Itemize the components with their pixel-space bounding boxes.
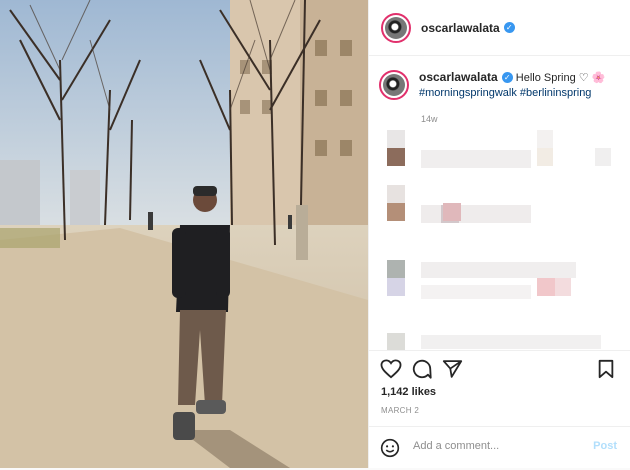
post-photo[interactable] bbox=[0, 0, 368, 468]
caption-text: oscarlawalata ✓ Hello Spring ♡ 🌸 #morning… bbox=[419, 70, 629, 101]
caption-avatar[interactable] bbox=[379, 70, 409, 100]
street-scene-image bbox=[0, 0, 368, 468]
header-username[interactable]: oscarlawalata bbox=[421, 21, 500, 35]
comment-icon[interactable] bbox=[411, 358, 433, 380]
instagram-post-viewer: oscarlawalata ✓ oscarlawalata ✓ Hello Spr… bbox=[0, 0, 630, 468]
caption-body: Hello Spring ♡ bbox=[515, 72, 589, 84]
caption-avatar-image bbox=[383, 74, 405, 96]
blurred-comments bbox=[369, 125, 630, 350]
post-date[interactable]: MARCH 2 bbox=[381, 406, 419, 415]
avatar-image bbox=[385, 16, 407, 39]
post-button[interactable]: Post bbox=[593, 440, 617, 452]
verified-badge-icon: ✓ bbox=[503, 22, 515, 33]
caption-verified-badge-icon: ✓ bbox=[501, 72, 513, 83]
comment-bar: Add a comment... Post bbox=[369, 426, 630, 470]
action-bar: 1,142 likes MARCH 2 Add a comment... Pos… bbox=[369, 350, 630, 469]
post-header: oscarlawalata ✓ bbox=[369, 0, 630, 56]
post-age[interactable]: 14w bbox=[421, 114, 438, 124]
emoji-icon[interactable] bbox=[380, 438, 400, 458]
caption-username[interactable]: oscarlawalata bbox=[419, 70, 498, 84]
avatar[interactable] bbox=[381, 12, 411, 43]
post-details-panel: oscarlawalata ✓ oscarlawalata ✓ Hello Spr… bbox=[368, 0, 630, 468]
flower-emoji: 🌸 bbox=[591, 72, 606, 84]
caption-hashtags[interactable]: #morningspringwalk #berlininspring bbox=[419, 87, 591, 99]
likes-count[interactable]: 1,142 likes bbox=[381, 386, 436, 398]
comment-input[interactable]: Add a comment... bbox=[413, 440, 499, 452]
heart-icon[interactable] bbox=[380, 359, 402, 379]
bookmark-icon[interactable] bbox=[597, 359, 615, 379]
caption-block: oscarlawalata ✓ Hello Spring ♡ 🌸 #morning… bbox=[379, 70, 629, 101]
send-icon[interactable] bbox=[442, 359, 463, 379]
